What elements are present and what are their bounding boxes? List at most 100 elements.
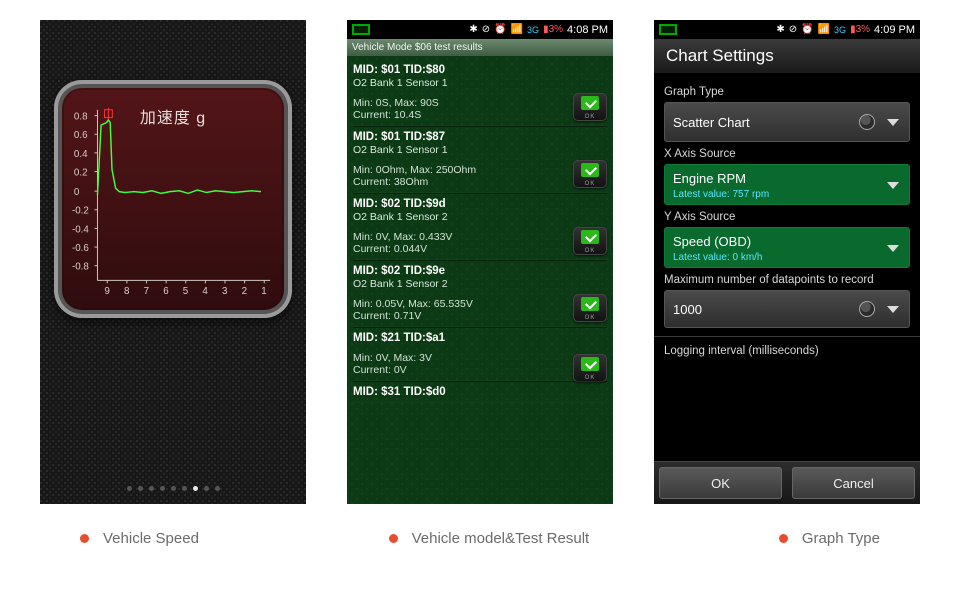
result-head: MID: $21 TID:$a1	[353, 332, 563, 344]
dnd-icon: ⊘	[789, 24, 797, 35]
bullet-icon	[779, 534, 788, 543]
bullet-icon	[80, 534, 89, 543]
svg-text:1: 1	[261, 286, 266, 297]
graph-type-value: Scatter Chart	[673, 115, 750, 130]
result-item[interactable]: MID: $21 TID:$a1 Min: 0V, Max: 3VCurrent:…	[353, 327, 607, 381]
ok-button[interactable]: OK	[573, 354, 607, 382]
alarm-icon: ⏰	[801, 24, 813, 35]
svg-text:-0.6: -0.6	[72, 243, 89, 254]
result-item[interactable]: MID: $31 TID:$d0	[353, 381, 607, 403]
ok-button[interactable]: OK	[659, 467, 782, 499]
clock: 4:09 PM	[874, 24, 915, 36]
x-axis-select[interactable]: Engine RPM Latest value: 757 rpm	[664, 164, 910, 205]
chevron-down-icon	[887, 306, 899, 313]
result-head: MID: $01 TID:$80	[353, 64, 563, 76]
y-axis-select[interactable]: Speed (OBD) Latest value: 0 km/h	[664, 227, 910, 268]
svg-text:6: 6	[163, 286, 169, 297]
y-axis-label: Y Axis Source	[664, 211, 910, 223]
gauge-chart: 0.8 0.6 0.4 0.2 0 -0.2 -0.4 -0.6 -0.8	[70, 96, 276, 302]
ok-button[interactable]: OK	[573, 227, 607, 255]
network-icon: 3G	[527, 25, 539, 35]
result-head: MID: $31 TID:$d0	[353, 386, 563, 398]
caption-2: Vehicle model&Test Result	[389, 530, 590, 547]
dialog-title: Chart Settings	[654, 39, 920, 74]
signal-icon: 📶	[511, 24, 523, 35]
caption-3: Graph Type	[779, 530, 880, 547]
result-minmax: Min: 0S, Max: 90S	[353, 97, 563, 109]
battery-icon: ▮3%	[850, 24, 870, 35]
result-sub: O2 Bank 1 Sensor 2	[353, 211, 563, 223]
svg-text:0.4: 0.4	[74, 149, 88, 160]
radio-icon	[859, 301, 875, 317]
result-item[interactable]: MID: $02 TID:$9dO2 Bank 1 Sensor 2 Min: 0…	[353, 193, 607, 260]
status-bar: ✱ ⊘ ⏰ 📶 3G ▮3% 4:09 PM	[654, 20, 920, 39]
graph-type-label: Graph Type	[664, 86, 910, 98]
result-minmax: Min: 0V, Max: 3V	[353, 352, 563, 364]
result-item[interactable]: MID: $01 TID:$80O2 Bank 1 Sensor 1 Min: 0…	[353, 60, 607, 126]
radio-icon	[859, 114, 875, 130]
signal-icon: 📶	[818, 24, 830, 35]
result-current: Current: 38Ohm	[353, 176, 563, 188]
result-sub: O2 Bank 1 Sensor 2	[353, 278, 563, 290]
phone-chart-settings: ✱ ⊘ ⏰ 📶 3G ▮3% 4:09 PM Chart Settings Gr…	[654, 20, 920, 504]
max-datapoints-select[interactable]: 1000	[664, 290, 910, 328]
result-minmax: Min: 0Ohm, Max: 250Ohm	[353, 164, 563, 176]
logging-interval-label: Logging interval (milliseconds)	[664, 345, 910, 357]
alarm-icon: ⏰	[494, 24, 506, 35]
bluetooth-icon: ✱	[469, 24, 477, 35]
network-icon: 3G	[834, 25, 846, 35]
result-head: MID: $01 TID:$87	[353, 131, 563, 143]
svg-text:0.6: 0.6	[74, 130, 88, 141]
chevron-down-icon	[887, 245, 899, 252]
x-axis-label: X Axis Source	[664, 148, 910, 160]
status-bar: ✱ ⊘ ⏰ 📶 3G ▮3% 4:08 PM	[347, 20, 613, 39]
svg-text:9: 9	[104, 286, 109, 297]
cancel-button[interactable]: Cancel	[792, 467, 915, 499]
screen-title: Vehicle Mode $06 test results	[347, 39, 613, 56]
result-current: Current: 0.044V	[353, 243, 563, 255]
x-axis-latest: Latest value: 757 rpm	[673, 189, 881, 200]
max-datapoints-label: Maximum number of datapoints to record	[664, 274, 910, 286]
bluetooth-icon: ✱	[776, 24, 784, 35]
result-head: MID: $02 TID:$9d	[353, 198, 563, 210]
svg-text:0: 0	[74, 187, 80, 198]
x-axis-value: Engine RPM	[673, 171, 881, 186]
svg-text:7: 7	[144, 286, 149, 297]
y-axis-latest: Latest value: 0 km/h	[673, 252, 881, 263]
result-item[interactable]: MID: $02 TID:$9eO2 Bank 1 Sensor 2 Min: 0…	[353, 260, 607, 327]
result-minmax: Min: 0.05V, Max: 65.535V	[353, 298, 563, 310]
clock: 4:08 PM	[567, 24, 608, 36]
svg-text:0.8: 0.8	[74, 112, 88, 123]
battery-icon: ▮3%	[543, 24, 563, 35]
svg-text:-0.8: -0.8	[72, 262, 89, 273]
ok-button[interactable]: OK	[573, 294, 607, 322]
result-item[interactable]: MID: $01 TID:$87O2 Bank 1 Sensor 1 Min: 0…	[353, 126, 607, 193]
ok-button[interactable]: OK	[573, 160, 607, 188]
svg-text:-0.2: -0.2	[72, 206, 89, 217]
bullet-icon	[389, 534, 398, 543]
svg-text:8: 8	[124, 286, 130, 297]
caption-1: Vehicle Speed	[80, 530, 199, 547]
max-datapoints-value: 1000	[673, 302, 702, 317]
accel-gauge: 加速度 g 0.8 0.6 0.4 0.2 0 -0.2	[54, 80, 292, 318]
phone-vehicle-speed: 加速度 g 0.8 0.6 0.4 0.2 0 -0.2	[40, 20, 306, 504]
result-current: Current: 0.71V	[353, 310, 563, 322]
svg-text:0.2: 0.2	[74, 167, 88, 178]
ok-button[interactable]: OK	[573, 93, 607, 121]
phone-test-results: ✱ ⊘ ⏰ 📶 3G ▮3% 4:08 PM Vehicle Mode $06 …	[347, 20, 613, 504]
graph-type-select[interactable]: Scatter Chart	[664, 102, 910, 142]
page-indicator[interactable]	[40, 478, 306, 496]
result-current: Current: 0V	[353, 364, 563, 376]
y-axis-value: Speed (OBD)	[673, 234, 881, 249]
result-head: MID: $02 TID:$9e	[353, 265, 563, 277]
svg-text:2: 2	[242, 286, 247, 297]
svg-text:5: 5	[183, 286, 189, 297]
result-sub: O2 Bank 1 Sensor 1	[353, 144, 563, 156]
result-sub: O2 Bank 1 Sensor 1	[353, 77, 563, 89]
chevron-down-icon	[887, 182, 899, 189]
results-list[interactable]: MID: $01 TID:$80O2 Bank 1 Sensor 1Min: 0…	[347, 56, 613, 407]
svg-text:-0.4: -0.4	[72, 224, 89, 235]
result-minmax: Min: 0V, Max: 0.433V	[353, 231, 563, 243]
svg-text:4: 4	[202, 286, 208, 297]
result-current: Current: 10.4S	[353, 109, 563, 121]
